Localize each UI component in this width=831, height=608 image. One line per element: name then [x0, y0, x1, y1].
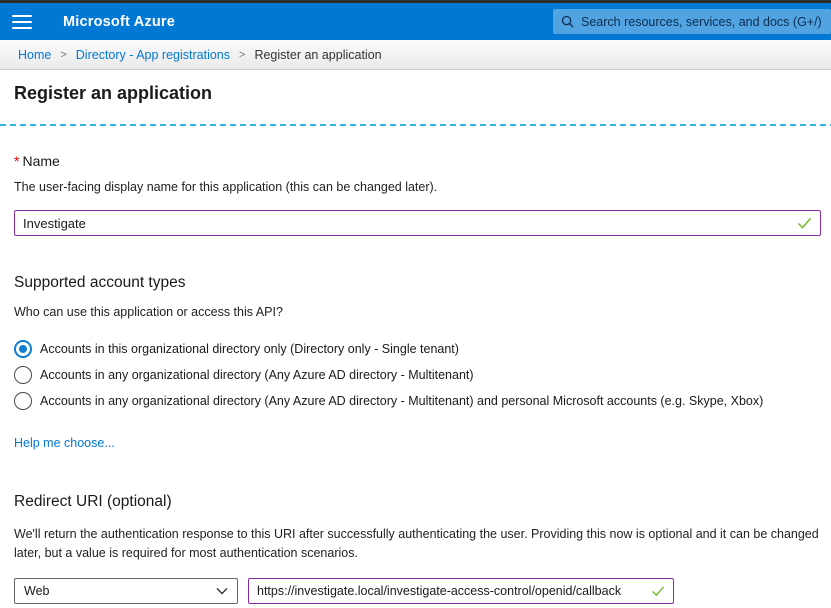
- required-asterisk: *: [14, 153, 19, 169]
- breadcrumb-separator: >: [239, 49, 245, 61]
- redirect-uri-input-wrapper: [248, 578, 674, 604]
- breadcrumb-current-page: Register an application: [254, 48, 381, 62]
- hamburger-menu-icon[interactable]: [12, 15, 32, 29]
- platform-selected-value: Web: [24, 584, 49, 598]
- brand-title: Microsoft Azure: [63, 14, 175, 30]
- radio-icon: [14, 392, 32, 410]
- global-search-input[interactable]: Search resources, services, and docs (G+…: [553, 9, 831, 34]
- redirect-uri-description: We'll return the authentication response…: [14, 525, 821, 563]
- page-title: Register an application: [14, 83, 821, 104]
- name-field-label: *Name: [14, 153, 821, 169]
- breadcrumb: Home > Directory - App registrations > R…: [0, 40, 831, 70]
- azure-top-bar: Microsoft Azure Search resources, servic…: [0, 3, 831, 40]
- radio-multitenant-personal[interactable]: Accounts in any organizational directory…: [14, 388, 821, 414]
- dashed-divider: [0, 124, 831, 126]
- chevron-down-icon: [216, 587, 228, 595]
- redirect-uri-title: Redirect URI (optional): [14, 493, 821, 511]
- account-types-question: Who can use this application or access t…: [14, 305, 821, 319]
- radio-icon: [14, 366, 32, 384]
- redirect-uri-section: Redirect URI (optional) We'll return the…: [14, 493, 821, 604]
- platform-select[interactable]: Web: [14, 578, 238, 604]
- breadcrumb-app-registrations[interactable]: Directory - App registrations: [76, 48, 230, 62]
- name-label-text: Name: [22, 153, 59, 169]
- name-input-wrapper: [14, 210, 821, 236]
- name-section: *Name The user-facing display name for t…: [14, 153, 821, 236]
- supported-account-types-section: Supported account types Who can use this…: [14, 274, 821, 452]
- radio-single-tenant[interactable]: Accounts in this organizational director…: [14, 336, 821, 362]
- search-icon: [561, 15, 574, 28]
- name-help-text: The user-facing display name for this ap…: [14, 180, 821, 194]
- breadcrumb-separator: >: [60, 49, 66, 61]
- redirect-uri-row: Web: [14, 578, 821, 604]
- account-type-radio-group: Accounts in this organizational director…: [14, 336, 821, 414]
- valid-checkmark-icon: [797, 217, 812, 229]
- help-me-choose-link[interactable]: Help me choose...: [14, 436, 115, 450]
- valid-checkmark-icon: [651, 585, 665, 596]
- name-input[interactable]: [15, 211, 820, 235]
- radio-multitenant[interactable]: Accounts in any organizational directory…: [14, 362, 821, 388]
- redirect-uri-input[interactable]: [249, 579, 673, 603]
- search-placeholder: Search resources, services, and docs (G+…: [581, 15, 822, 29]
- breadcrumb-home[interactable]: Home: [18, 48, 51, 62]
- register-application-form: Register an application *Name The user-f…: [0, 83, 831, 604]
- account-types-title: Supported account types: [14, 274, 821, 292]
- radio-icon: [14, 340, 32, 358]
